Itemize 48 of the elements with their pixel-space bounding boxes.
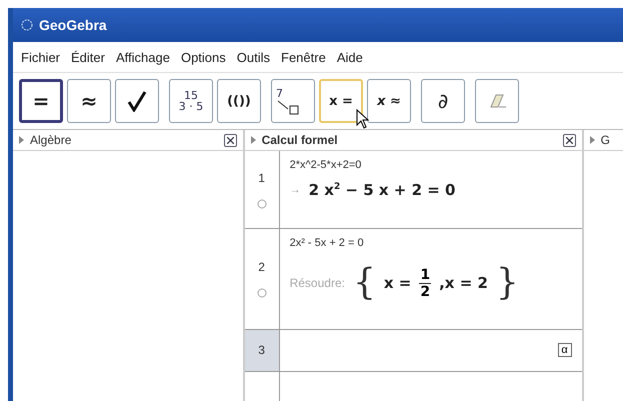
tool-button[interactable]: ∂ [421,79,465,123]
menu-item[interactable]: Éditer [71,50,105,64]
close-button[interactable] [562,134,576,146]
solution-text: ,x = 2 [439,274,488,292]
expand-icon [19,136,24,144]
panel-title: Algèbre [30,133,72,147]
input-expression[interactable]: 2x² - 5x + 2 = 0 [290,237,572,250]
tool-button[interactable]: ≈ [67,79,111,123]
tool-button[interactable]: x ≈ [367,79,411,123]
fraction: 1 2 [419,266,432,300]
symbol-button[interactable]: α [558,343,572,358]
expand-icon [590,136,595,144]
eraser-button[interactable] [475,79,519,123]
checkmark-icon [127,90,147,112]
output-expression: 2 x$^{2}$ − 5 x + 2 = 0 [308,181,456,199]
menu-item[interactable]: Affichage [116,50,170,64]
row-number-cell[interactable]: 3 [244,330,280,372]
row-number: 1 [258,170,265,185]
marble-toggle[interactable] [256,198,267,209]
panel-title: Calcul formel [262,133,339,147]
marble-toggle[interactable] [256,288,267,298]
close-icon [226,136,234,144]
expand-icon [250,136,256,144]
row-number: 2 [258,260,265,274]
arrow-symbol: → [290,184,301,196]
cursor-icon [356,109,370,129]
checkmark-button[interactable] [115,79,159,123]
tool-button[interactable]: x = [319,79,363,123]
command-label: Résoudre: [290,276,345,290]
tool-button[interactable]: 15 3 · 5 [169,79,213,123]
input-expression[interactable]: 2*x^2-5*x+2=0 [290,159,572,171]
close-button[interactable] [224,134,237,146]
panel-title: G [600,133,611,147]
close-icon [566,136,573,144]
menu-item[interactable]: Aide [336,50,363,64]
app-icon [21,19,33,31]
menu-item[interactable]: Fenêtre [281,50,326,64]
open-brace: { [352,265,376,302]
tool-button[interactable]: 7 [271,79,315,123]
menu-item[interactable]: Outils [236,50,270,64]
menu-item[interactable]: Options [180,50,226,64]
row-number: 3 [258,343,265,358]
window-title: GeoGebra [39,17,107,33]
tool-button[interactable]: (()) [217,79,261,123]
close-brace: } [496,265,519,302]
solution-text: x = [384,274,412,292]
menu-item[interactable]: Fichier [21,50,60,64]
tool-button[interactable]: = [19,79,63,123]
